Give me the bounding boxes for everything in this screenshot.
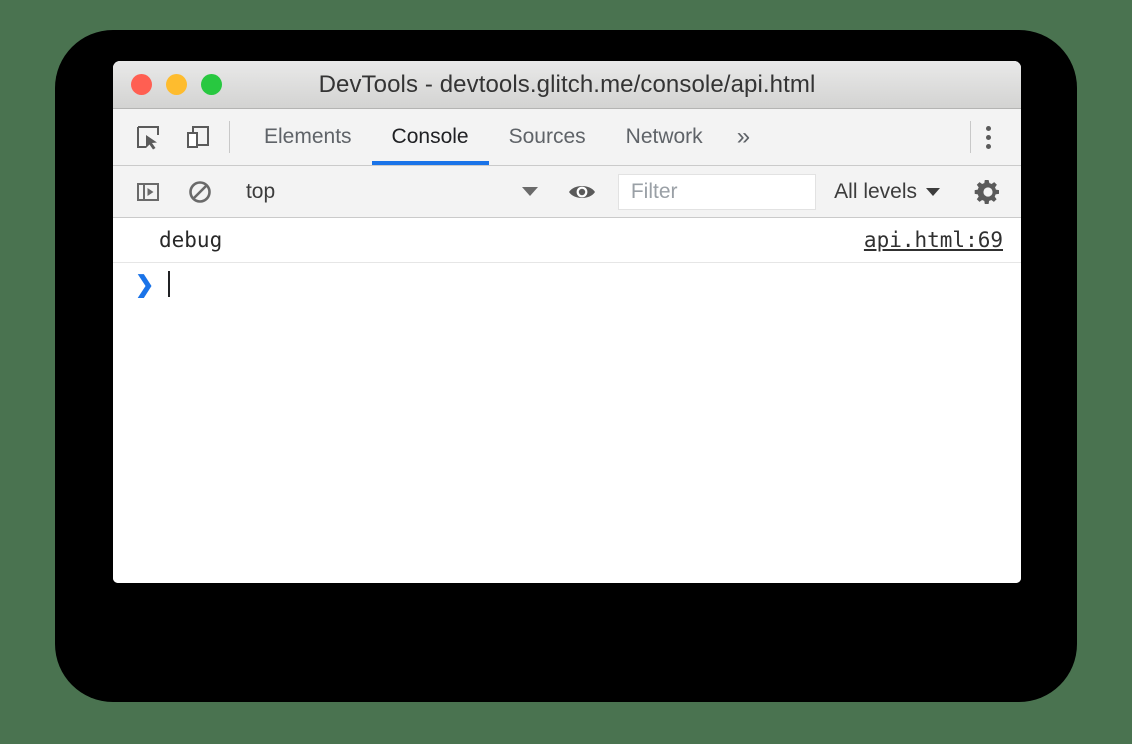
console-sidebar-icon[interactable]	[133, 177, 163, 207]
console-message-row[interactable]: debug api.html:69	[113, 218, 1021, 263]
devtools-window: DevTools - devtools.glitch.me/console/ap…	[113, 61, 1021, 583]
minimize-window-button[interactable]	[166, 74, 187, 95]
console-toolbar-left-icons	[113, 177, 229, 207]
console-message-source-link[interactable]: api.html:69	[864, 228, 1003, 252]
tab-strip-tool-icons	[113, 109, 229, 165]
console-message-list: debug api.html:69 ❯	[113, 218, 1021, 583]
console-message-text: debug	[159, 228, 223, 252]
chevron-down-icon	[926, 187, 941, 196]
traffic-light-buttons	[113, 74, 222, 95]
close-window-button[interactable]	[131, 74, 152, 95]
tab-sources[interactable]: Sources	[489, 109, 606, 165]
console-toolbar: top Filter All levels	[113, 166, 1021, 218]
tab-network[interactable]: Network	[606, 109, 723, 165]
window-title-bar: DevTools - devtools.glitch.me/console/ap…	[113, 61, 1021, 109]
log-level-selector[interactable]: All levels	[816, 180, 958, 204]
tab-strip-right	[971, 109, 1021, 165]
chevron-down-icon	[521, 187, 538, 196]
execution-context-selector[interactable]: top	[230, 166, 550, 217]
maximize-window-button[interactable]	[201, 74, 222, 95]
device-toolbar-icon[interactable]	[183, 122, 213, 152]
panel-tabs: Elements Console Sources Network »	[230, 109, 970, 165]
prompt-arrow-icon: ❯	[135, 270, 155, 297]
gear-icon	[974, 179, 999, 204]
execution-context-value: top	[245, 179, 276, 203]
eye-icon	[568, 185, 595, 198]
inspect-element-icon[interactable]	[133, 122, 163, 152]
window-title: DevTools - devtools.glitch.me/console/ap…	[318, 70, 816, 98]
log-level-value: All levels	[834, 179, 918, 203]
tab-elements[interactable]: Elements	[244, 109, 372, 165]
devtools-tab-strip: Elements Console Sources Network »	[113, 109, 1021, 166]
live-expression-button[interactable]	[551, 180, 613, 204]
more-tabs-icon[interactable]: »	[723, 109, 764, 165]
console-settings-button[interactable]	[959, 177, 1021, 207]
kebab-menu-icon[interactable]	[971, 120, 1005, 154]
text-cursor	[168, 271, 171, 297]
clear-console-icon[interactable]	[185, 177, 215, 207]
console-prompt[interactable]: ❯	[113, 263, 1021, 305]
filter-input[interactable]: Filter	[617, 173, 817, 210]
tab-console[interactable]: Console	[371, 109, 489, 165]
